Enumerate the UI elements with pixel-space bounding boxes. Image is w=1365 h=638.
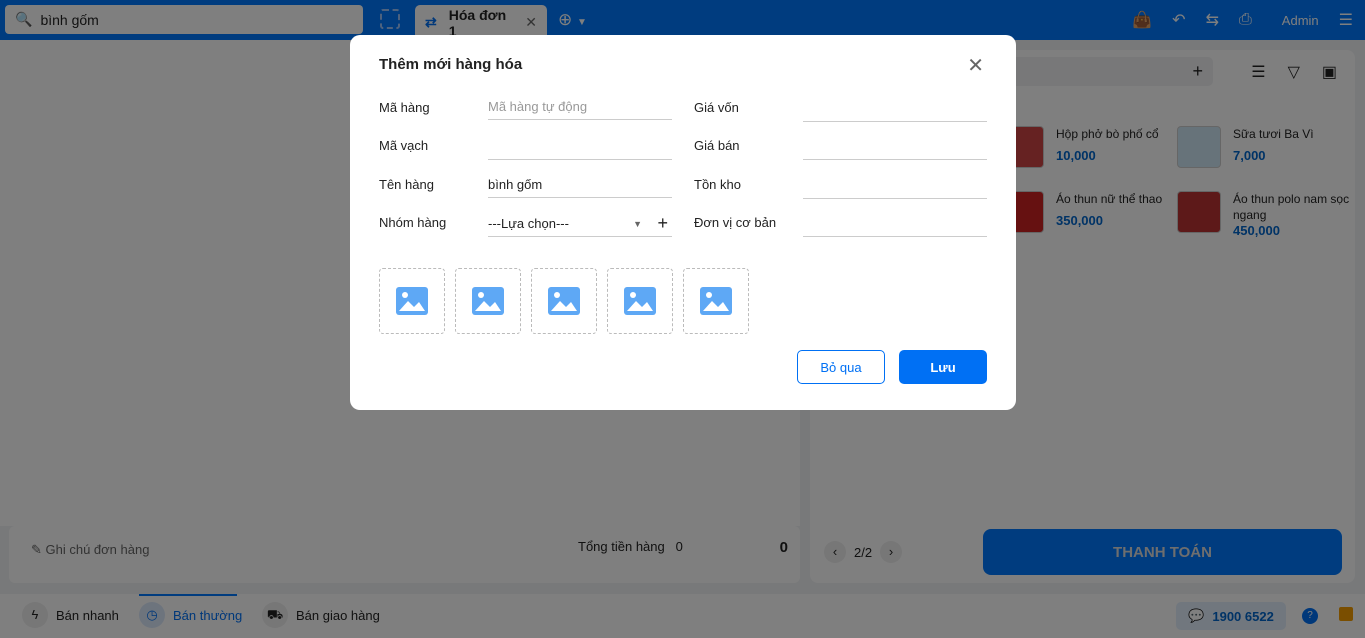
category-label: Nhóm hàng [379, 215, 447, 230]
base-unit-input[interactable] [803, 211, 987, 237]
category-select[interactable]: ---Lựa chọn--- ▼ + [488, 211, 672, 237]
barcode-label: Mã vạch [379, 138, 429, 153]
skip-button[interactable]: Bỏ qua [797, 350, 885, 384]
image-placeholder-icon [700, 287, 732, 315]
dialog-title: Thêm mới hàng hóa [379, 56, 523, 73]
cost-price-label: Giá vốn [694, 100, 739, 115]
image-placeholder-icon [472, 287, 504, 315]
image-upload-slot[interactable] [683, 268, 749, 334]
product-name-value: bình gốm [488, 177, 543, 192]
image-upload-slot[interactable] [379, 268, 445, 334]
image-upload-slot[interactable] [607, 268, 673, 334]
product-name-label: Tên hàng [379, 177, 434, 192]
product-name-input[interactable]: bình gốm [488, 172, 672, 198]
sale-price-input[interactable] [803, 134, 987, 160]
sale-price-label: Giá bán [694, 138, 740, 153]
base-unit-label: Đơn vị cơ bản [694, 215, 777, 230]
product-code-label: Mã hàng [379, 100, 430, 115]
add-category-icon[interactable]: + [657, 213, 668, 234]
product-code-placeholder: Mã hàng tự động [488, 99, 588, 114]
add-product-dialog: Thêm mới hàng hóa ✕ Mã hàng Mã hàng tự đ… [350, 35, 1016, 410]
product-code-input[interactable]: Mã hàng tự động [488, 94, 672, 120]
image-placeholder-icon [548, 287, 580, 315]
image-upload-slot[interactable] [455, 268, 521, 334]
close-icon[interactable]: ✕ [967, 53, 984, 78]
barcode-input[interactable] [488, 134, 672, 160]
stock-label: Tồn kho [694, 177, 741, 192]
save-button[interactable]: Lưu [899, 350, 987, 384]
stock-input[interactable] [803, 173, 987, 199]
image-placeholder-icon [624, 287, 656, 315]
caret-down-icon: ▼ [633, 218, 642, 229]
cost-price-input[interactable] [803, 96, 987, 122]
category-value: ---Lựa chọn--- [488, 216, 569, 231]
image-upload-slot[interactable] [531, 268, 597, 334]
image-placeholder-icon [396, 287, 428, 315]
